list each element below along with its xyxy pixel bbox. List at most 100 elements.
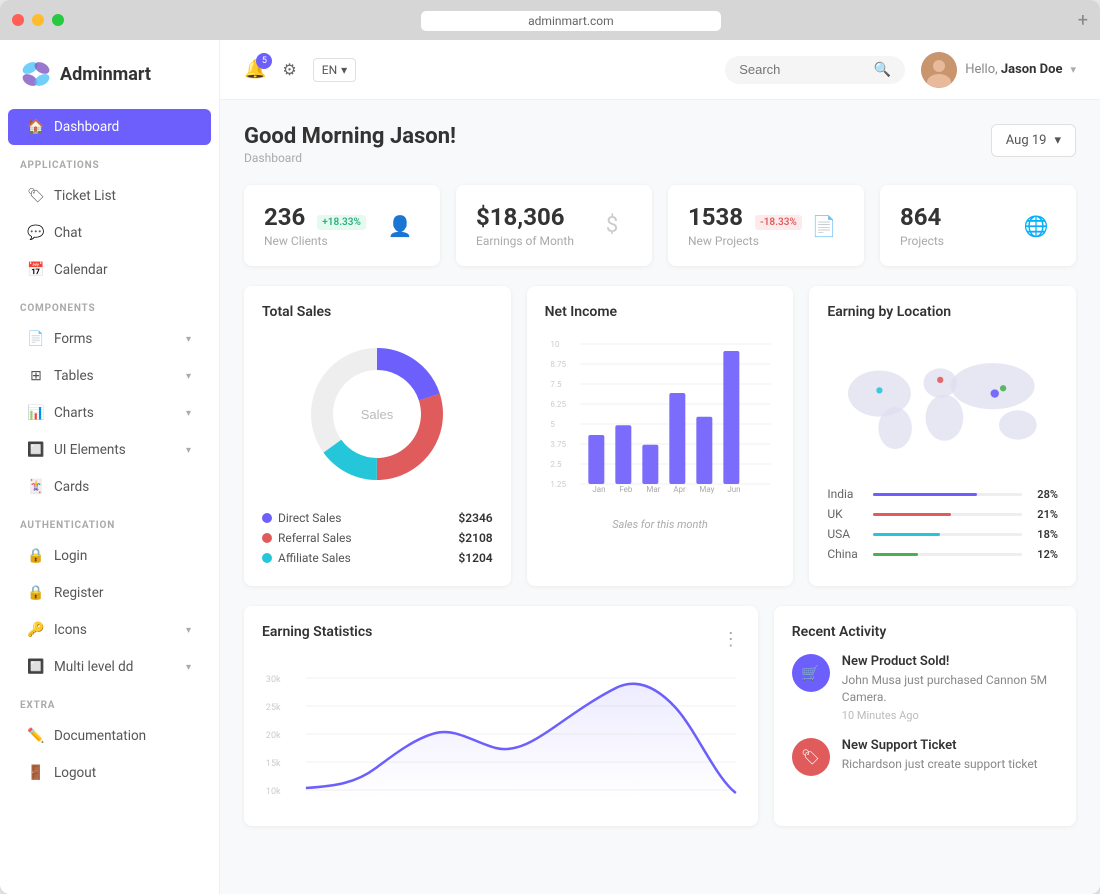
svg-text:2.5: 2.5 xyxy=(550,460,562,469)
sidebar-item-ui-elements[interactable]: 🔲 UI Elements ▾ xyxy=(8,432,211,468)
section-label-components: COMPONENTS xyxy=(0,289,219,320)
search-input[interactable] xyxy=(739,62,868,77)
stat-value-projects: 864 xyxy=(900,203,944,231)
sidebar-item-dashboard-label: Dashboard xyxy=(54,119,119,135)
url-display[interactable]: adminmart.com xyxy=(421,11,721,31)
login-label: Login xyxy=(54,548,87,564)
language-label: EN xyxy=(322,63,337,77)
forms-icon: 📄 xyxy=(28,331,44,347)
sidebar-item-logout[interactable]: 🚪 Logout xyxy=(8,755,211,791)
svg-text:8.75: 8.75 xyxy=(550,360,566,369)
earning-by-location-card: Earning by Location xyxy=(809,286,1076,586)
svg-text:6.25: 6.25 xyxy=(550,400,566,409)
logo-icon xyxy=(20,58,52,90)
legend-dot-affiliate xyxy=(262,553,272,563)
svg-text:Jan: Jan xyxy=(592,485,605,494)
date-selector[interactable]: Aug 19 ▾ xyxy=(991,124,1076,157)
multi-level-label: Multi level dd xyxy=(54,659,133,675)
cards-icon: 🃏 xyxy=(28,479,44,495)
logout-label: Logout xyxy=(54,765,96,781)
sidebar-item-ticket-list[interactable]: 🏷 Ticket List xyxy=(8,178,211,214)
user-info[interactable]: Hello, Jason Doe ▾ xyxy=(921,52,1076,88)
sidebar-item-tables[interactable]: ⊞ Tables ▾ xyxy=(8,358,211,394)
location-pct-china: 12% xyxy=(1028,548,1058,561)
bar-chart-svg: 10 8.75 7.5 6.25 5 3.75 2.5 1.25 xyxy=(545,334,776,494)
legend-dot-direct xyxy=(262,513,272,523)
stat-label-projects-new: New Projects xyxy=(688,234,802,248)
sidebar-item-chat[interactable]: 💬 Chat xyxy=(8,215,211,251)
ui-elements-label: UI Elements xyxy=(54,442,126,458)
svg-text:20k: 20k xyxy=(266,731,281,741)
svg-text:15k: 15k xyxy=(266,759,281,769)
notification-button[interactable]: 🔔 5 xyxy=(244,59,266,80)
earning-by-location-title: Earning by Location xyxy=(827,304,1058,320)
search-icon: 🔍 xyxy=(874,62,891,78)
sidebar-item-login[interactable]: 🔒 Login xyxy=(8,538,211,574)
icons-icon: 🔑 xyxy=(28,622,44,638)
legend-value-direct: $2346 xyxy=(458,511,492,525)
main-content: 🔔 5 ⚙ EN ▾ 🔍 xyxy=(220,40,1100,894)
stat-value-projects-new: 1538 -18.33% xyxy=(688,203,802,231)
calendar-label: Calendar xyxy=(54,262,108,278)
address-bar: adminmart.com xyxy=(132,10,1010,31)
tables-label: Tables xyxy=(54,368,94,384)
register-label: Register xyxy=(54,585,103,601)
location-list: India 28% UK 21% xyxy=(827,484,1058,564)
page-header: Good Morning Jason! Dashboard Aug 19 ▾ xyxy=(244,124,1076,165)
activity-content-0: New Product Sold! John Musa just purchas… xyxy=(842,654,1058,722)
stat-cards: 236 +18.33% New Clients 👤 $18,306 Earnin… xyxy=(244,185,1076,266)
multi-level-icon: 🔲 xyxy=(28,659,44,675)
top-header: 🔔 5 ⚙ EN ▾ 🔍 xyxy=(220,40,1100,100)
projects-icon: 🌐 xyxy=(1016,206,1056,246)
svg-text:10: 10 xyxy=(550,340,559,349)
legend-item-direct: Direct Sales $2346 xyxy=(262,508,493,528)
svg-text:1.25: 1.25 xyxy=(550,480,566,489)
activity-item-1: 🏷 New Support Ticket Richardson just cre… xyxy=(792,738,1058,776)
sidebar-item-dashboard[interactable]: 🏠 Dashboard xyxy=(8,109,211,145)
legend-label-direct: Direct Sales xyxy=(278,511,341,525)
earning-stats-menu[interactable]: ⋮ xyxy=(722,629,740,650)
browser-minimize-btn[interactable] xyxy=(32,14,44,26)
language-selector[interactable]: EN ▾ xyxy=(313,58,356,82)
stat-card-left: 864 Projects xyxy=(900,203,944,248)
chat-label: Chat xyxy=(54,225,82,241)
user-name: Jason Doe xyxy=(1001,62,1063,77)
calendar-icon: 📅 xyxy=(28,262,44,278)
stat-label-projects: Projects xyxy=(900,234,944,248)
documentation-icon: ✏️ xyxy=(28,728,44,744)
earning-line-chart: 30k 25k 20k 15k 10k xyxy=(262,668,740,808)
page-title: Good Morning Jason! xyxy=(244,124,456,149)
sidebar-item-icons[interactable]: 🔑 Icons ▾ xyxy=(8,612,211,648)
sidebar-item-multi-level[interactable]: 🔲 Multi level dd ▾ xyxy=(8,649,211,685)
sidebar-item-documentation[interactable]: ✏️ Documentation xyxy=(8,718,211,754)
section-label-extra: EXTRA xyxy=(0,686,219,717)
earning-stats-title: Earning Statistics xyxy=(262,624,372,640)
browser-maximize-btn[interactable] xyxy=(52,14,64,26)
svg-text:Apr: Apr xyxy=(673,485,686,494)
legend-value-referral: $2108 xyxy=(458,531,492,545)
sidebar-item-calendar[interactable]: 📅 Calendar xyxy=(8,252,211,288)
ui-elements-icon: 🔲 xyxy=(28,442,44,458)
cards-label: Cards xyxy=(54,479,89,495)
login-icon: 🔒 xyxy=(28,548,44,564)
sidebar-item-charts[interactable]: 📊 Charts ▾ xyxy=(8,395,211,431)
settings-button[interactable]: ⚙ xyxy=(282,60,296,79)
browser-close-btn[interactable] xyxy=(12,14,24,26)
total-sales-card: Total Sales xyxy=(244,286,511,586)
bottom-row: Earning Statistics ⋮ xyxy=(244,606,1076,826)
activity-time-0: 10 Minutes Ago xyxy=(842,709,1058,722)
world-map xyxy=(827,334,1058,474)
sidebar-item-forms[interactable]: 📄 Forms ▾ xyxy=(8,321,211,357)
tables-chevron: ▾ xyxy=(186,371,191,382)
location-usa: USA 18% xyxy=(827,524,1058,544)
chat-icon: 💬 xyxy=(28,225,44,241)
sidebar-item-register[interactable]: 🔒 Register xyxy=(8,575,211,611)
icons-label: Icons xyxy=(54,622,87,638)
sidebar-item-cards[interactable]: 🃏 Cards xyxy=(8,469,211,505)
new-tab-button[interactable]: + xyxy=(1078,10,1088,31)
forms-chevron: ▾ xyxy=(186,334,191,345)
location-name-uk: UK xyxy=(827,507,867,521)
tables-icon: ⊞ xyxy=(28,368,44,384)
icons-chevron: ▾ xyxy=(186,625,191,636)
location-pct-usa: 18% xyxy=(1028,528,1058,541)
